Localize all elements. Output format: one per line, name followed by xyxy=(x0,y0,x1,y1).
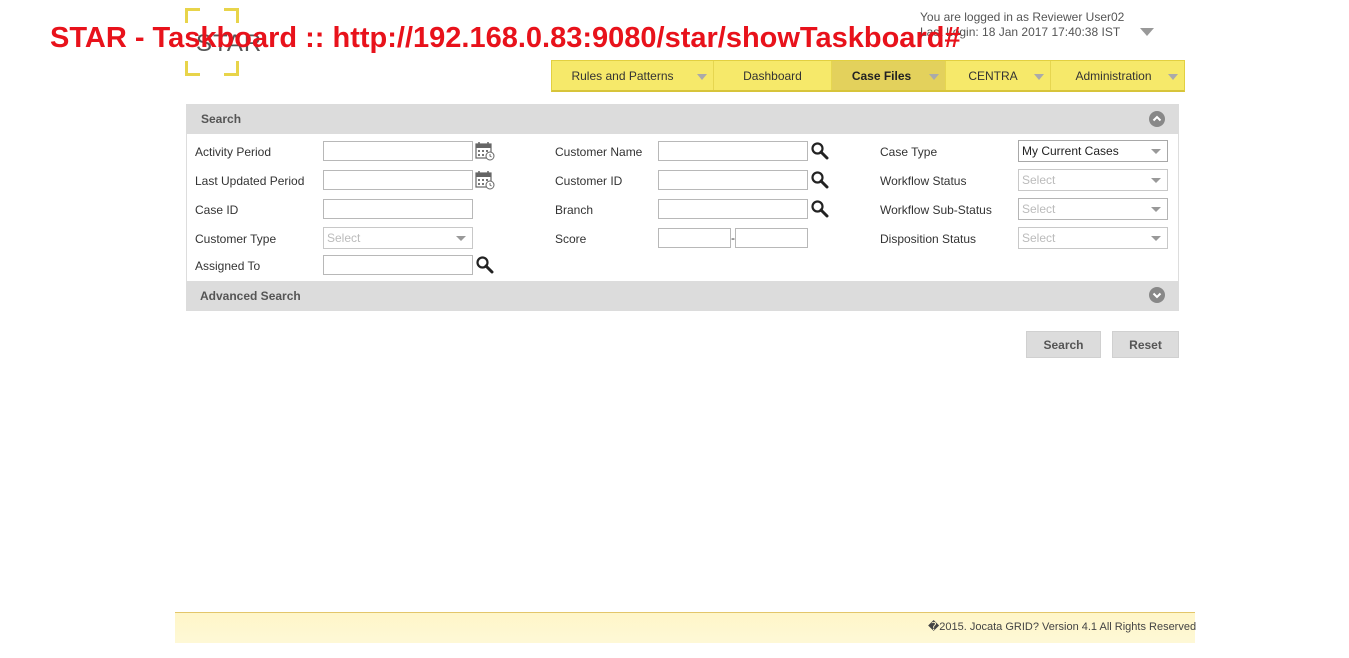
search-icon[interactable] xyxy=(475,255,494,274)
search-icon[interactable] xyxy=(810,199,829,218)
search-panel-title: Search xyxy=(201,112,242,126)
case-type-label: Case Type xyxy=(880,145,938,159)
workflow-status-value: Select xyxy=(1022,173,1056,187)
case-type-select[interactable]: My Current Cases xyxy=(1018,140,1168,162)
case-id-input[interactable] xyxy=(323,199,473,219)
chevron-down-icon xyxy=(929,74,939,80)
reset-button[interactable]: Reset xyxy=(1112,331,1179,358)
chevron-down-icon xyxy=(697,74,707,80)
nav-label: CENTRA xyxy=(968,68,1018,83)
customer-id-label: Customer ID xyxy=(555,174,623,188)
case-id-label: Case ID xyxy=(195,203,239,217)
nav-label: Case Files xyxy=(851,68,912,83)
calendar-icon[interactable] xyxy=(475,141,495,161)
assigned-to-label: Assigned To xyxy=(195,259,261,273)
workflow-sub-status-value: Select xyxy=(1022,202,1056,216)
nav-centra[interactable]: CENTRA xyxy=(946,61,1051,90)
copyright-text: �2015. Jocata GRID? Version 4.1 All Righ… xyxy=(928,621,1197,633)
customer-type-value: Select xyxy=(327,231,361,245)
nav-dashboard[interactable]: Dashboard xyxy=(714,61,832,90)
nav-case-files[interactable]: Case Files xyxy=(832,61,946,90)
chevron-down-icon xyxy=(456,236,466,241)
search-icon[interactable] xyxy=(810,170,829,189)
disposition-status-label: Disposition Status xyxy=(880,232,977,246)
nav-label: Administration xyxy=(1075,68,1152,83)
activity-period-input[interactable] xyxy=(323,141,473,161)
advanced-search-header[interactable] xyxy=(186,281,1179,311)
score-from-input[interactable] xyxy=(658,228,731,248)
chevron-down-icon xyxy=(1151,149,1161,154)
workflow-sub-status-label: Workflow Sub-Status xyxy=(880,203,992,217)
expand-down-icon[interactable] xyxy=(1149,287,1165,303)
score-label: Score xyxy=(555,232,587,246)
score-to-input[interactable] xyxy=(735,228,808,248)
advanced-search-title: Advanced Search xyxy=(200,289,301,303)
nav-label: Rules and Patterns xyxy=(571,68,674,83)
chevron-down-icon xyxy=(1151,236,1161,241)
chevron-down-icon xyxy=(1034,74,1044,80)
calendar-icon[interactable] xyxy=(475,170,495,190)
nav-administration[interactable]: Administration xyxy=(1051,61,1184,90)
assigned-to-input[interactable] xyxy=(323,255,473,275)
search-panel-header[interactable] xyxy=(186,104,1179,134)
collapse-up-icon[interactable] xyxy=(1149,111,1165,127)
nav-rules-and-patterns[interactable]: Rules and Patterns xyxy=(552,61,714,90)
branch-label: Branch xyxy=(555,203,594,217)
customer-name-label: Customer Name xyxy=(555,145,643,159)
nav-label: Dashboard xyxy=(743,68,802,83)
search-button[interactable]: Search xyxy=(1026,331,1101,358)
last-updated-period-label: Last Updated Period xyxy=(195,174,305,188)
chevron-down-icon xyxy=(1168,74,1178,80)
customer-name-input[interactable] xyxy=(658,141,808,161)
chevron-down-icon xyxy=(1151,178,1161,183)
disposition-status-select[interactable]: Select xyxy=(1018,227,1168,249)
customer-type-select[interactable]: Select xyxy=(323,227,473,249)
workflow-status-select[interactable]: Select xyxy=(1018,169,1168,191)
user-menu-caret-icon[interactable] xyxy=(1140,28,1154,36)
customer-type-label: Customer Type xyxy=(195,232,277,246)
disposition-status-value: Select xyxy=(1022,231,1056,245)
last-updated-period-input[interactable] xyxy=(323,170,473,190)
case-type-value: My Current Cases xyxy=(1022,144,1119,158)
customer-id-input[interactable] xyxy=(658,170,808,190)
branch-input[interactable] xyxy=(658,199,808,219)
activity-period-label: Activity Period xyxy=(195,145,272,159)
search-icon[interactable] xyxy=(810,141,829,160)
window-title-overlay: STAR - Taskboard :: http://192.168.0.83:… xyxy=(50,22,961,54)
main-nav: Rules and Patterns Dashboard Case Files … xyxy=(551,60,1185,92)
workflow-sub-status-select[interactable]: Select xyxy=(1018,198,1168,220)
chevron-down-icon xyxy=(1151,207,1161,212)
workflow-status-label: Workflow Status xyxy=(880,174,967,188)
